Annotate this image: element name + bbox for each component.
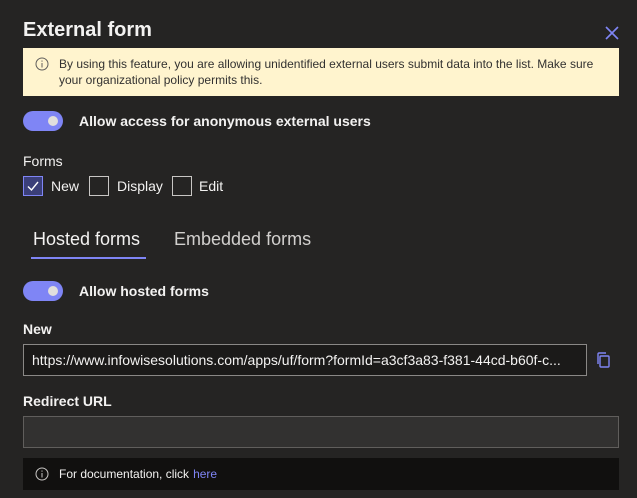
info-icon [35, 467, 49, 481]
checkbox-new[interactable] [23, 176, 43, 196]
hosted-forms-label: Allow hosted forms [79, 283, 209, 299]
external-form-panel: External form By using this feature, you… [0, 0, 637, 498]
new-form-url-field[interactable]: https://www.infowisesolutions.com/apps/u… [23, 344, 587, 376]
tab-embedded-forms[interactable]: Embedded forms [174, 229, 311, 250]
checkbox-edit[interactable] [172, 176, 192, 196]
documentation-bar: For documentation, click here [23, 458, 619, 490]
toggle-knob [48, 116, 58, 126]
redirect-url-field[interactable] [23, 416, 619, 448]
new-url-label: New [23, 321, 52, 337]
anonymous-access-toggle[interactable] [23, 111, 63, 131]
toggle-knob [48, 286, 58, 296]
copy-icon[interactable] [595, 351, 611, 369]
checkmark-icon [27, 181, 39, 192]
dialog-title: External form [23, 19, 152, 41]
tab-hosted-forms[interactable]: Hosted forms [33, 229, 140, 250]
checkbox-new-label: New [51, 178, 80, 194]
checkbox-display[interactable] [89, 176, 109, 196]
documentation-text: For documentation, click [59, 467, 190, 481]
checkbox-display-label: Display [117, 178, 163, 194]
checkbox-edit-label: Edit [199, 178, 224, 194]
anonymous-access-label: Allow access for anonymous external user… [79, 113, 371, 129]
close-icon[interactable] [603, 24, 621, 42]
documentation-link[interactable]: here [193, 467, 217, 481]
warning-banner: By using this feature, you are allowing … [23, 48, 619, 96]
warning-text: By using this feature, you are allowing … [59, 57, 594, 87]
active-tab-indicator [31, 257, 146, 259]
redirect-url-label: Redirect URL [23, 393, 112, 409]
forms-label: Forms [23, 153, 63, 169]
hosted-forms-toggle[interactable] [23, 281, 63, 301]
info-icon [35, 57, 49, 71]
